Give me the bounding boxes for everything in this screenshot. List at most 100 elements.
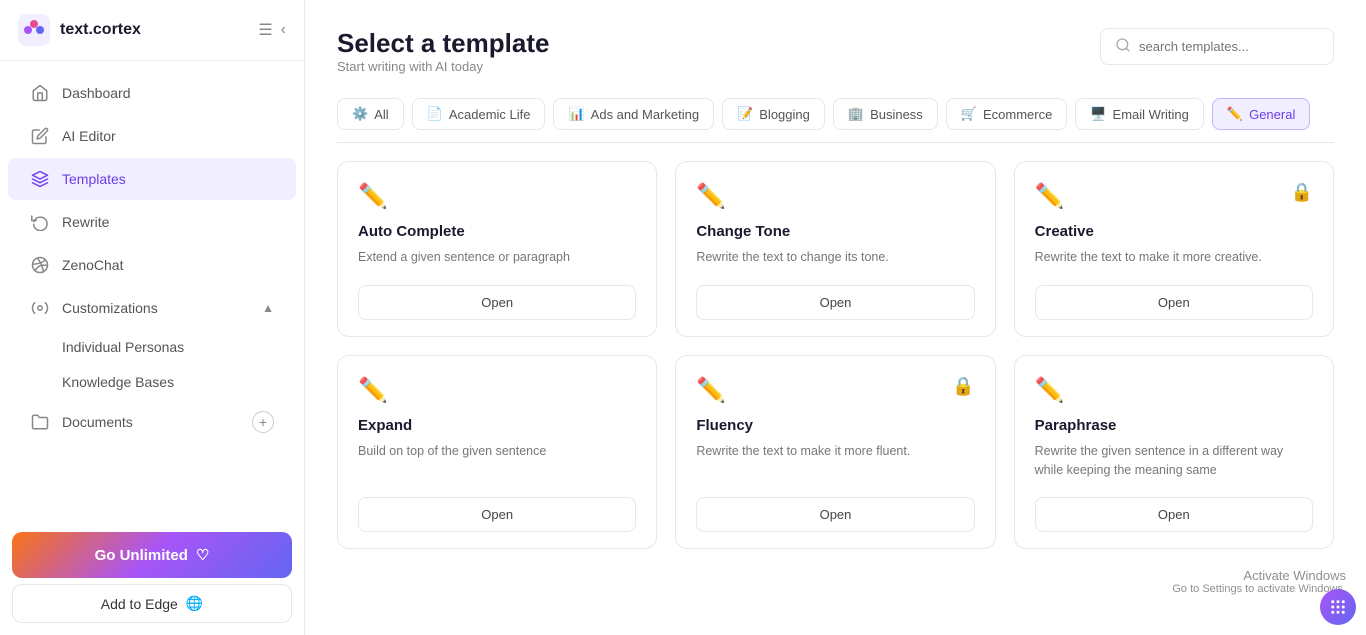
card-title-change-tone: Change Tone — [696, 223, 974, 240]
tab-business[interactable]: 🏢 Business — [833, 98, 938, 130]
rewrite-label: Rewrite — [62, 214, 109, 230]
card-desc-change-tone: Rewrite the text to change its tone. — [696, 248, 974, 267]
sidebar-header: text.cortex ☰ ‹ — [0, 0, 304, 61]
tab-ecommerce-label: Ecommerce — [983, 107, 1052, 122]
card-change-tone: ✏️ Change Tone Rewrite the text to chang… — [675, 161, 995, 337]
documents-icon — [30, 412, 50, 432]
logo-area: text.cortex — [18, 14, 141, 46]
dashboard-label: Dashboard — [62, 85, 131, 101]
open-button-creative[interactable]: Open — [1035, 285, 1313, 320]
pencil-icon-4: ✏️ — [358, 376, 388, 405]
card-icon-row-4: ✏️ — [358, 376, 636, 405]
edit-icon — [30, 126, 50, 146]
sidebar-item-customizations[interactable]: Customizations ▲ — [8, 287, 296, 329]
card-title-fluency: Fluency — [696, 417, 974, 434]
floating-action-icon[interactable] — [1320, 589, 1356, 625]
hamburger-icon: ☰ — [258, 20, 272, 40]
open-button-expand[interactable]: Open — [358, 497, 636, 532]
open-button-change-tone[interactable]: Open — [696, 285, 974, 320]
logo-icon — [18, 14, 50, 46]
card-icon-row: ✏️ — [358, 182, 636, 211]
search-input[interactable] — [1139, 39, 1319, 54]
edge-icon: 🌐 — [186, 595, 203, 612]
nav-menu: Dashboard AI Editor Templates — [0, 61, 304, 522]
ecommerce-icon: 🛒 — [961, 106, 977, 122]
sidebar-item-individual-personas[interactable]: Individual Personas — [8, 330, 296, 364]
tab-academic-label: Academic Life — [449, 107, 531, 122]
email-icon: 🖥️ — [1090, 106, 1106, 122]
sidebar-bottom: Go Unlimited ♡ Add to Edge 🌐 — [0, 522, 304, 635]
pencil-icon-2: ✏️ — [696, 182, 726, 211]
add-document-icon[interactable]: + — [252, 411, 274, 433]
open-button-fluency[interactable]: Open — [696, 497, 974, 532]
search-area[interactable] — [1100, 28, 1334, 65]
app-name: text.cortex — [60, 21, 141, 39]
tab-blogging-label: Blogging — [759, 107, 810, 122]
card-icon-row-3: ✏️ 🔒 — [1035, 182, 1313, 211]
card-fluency: ✏️ 🔒 Fluency Rewrite the text to make it… — [675, 355, 995, 550]
home-icon — [30, 83, 50, 103]
individual-personas-label: Individual Personas — [62, 339, 184, 355]
knowledge-bases-label: Knowledge Bases — [62, 374, 174, 390]
card-icon-row-6: ✏️ — [1035, 376, 1313, 405]
sidebar-item-zenochat[interactable]: ZenoChat — [8, 244, 296, 286]
academic-icon: 📄 — [427, 106, 443, 122]
tab-all[interactable]: ⚙️ All — [337, 98, 404, 130]
ai-editor-label: AI Editor — [62, 128, 116, 144]
tab-business-label: Business — [870, 107, 923, 122]
all-icon: ⚙️ — [352, 106, 368, 122]
lock-icon-fluency: 🔒 — [952, 376, 974, 397]
templates-label: Templates — [62, 171, 126, 187]
page-subtitle: Start writing with AI today — [337, 59, 549, 74]
sidebar-item-dashboard[interactable]: Dashboard — [8, 72, 296, 114]
open-button-auto-complete[interactable]: Open — [358, 285, 636, 320]
chat-icon — [30, 255, 50, 275]
add-to-edge-button[interactable]: Add to Edge 🌐 — [12, 584, 292, 623]
customizations-label: Customizations — [62, 300, 158, 316]
tab-ads-label: Ads and Marketing — [591, 107, 699, 122]
tab-general-label: General — [1249, 107, 1295, 122]
sidebar-toggle[interactable]: ☰ ‹ — [258, 20, 286, 40]
general-icon: ✏️ — [1227, 106, 1243, 122]
tab-ads-marketing[interactable]: 📊 Ads and Marketing — [553, 98, 714, 130]
sidebar: text.cortex ☰ ‹ Dashboard AI Editor — [0, 0, 305, 635]
customizations-left: Customizations — [30, 298, 158, 318]
tab-email-writing[interactable]: 🖥️ Email Writing — [1075, 98, 1204, 130]
blogging-icon: 📝 — [737, 106, 753, 122]
tabs-row: ⚙️ All 📄 Academic Life 📊 Ads and Marketi… — [337, 98, 1334, 143]
pencil-icon: ✏️ — [358, 182, 388, 211]
card-desc-expand: Build on top of the given sentence — [358, 442, 636, 480]
pencil-icon-6: ✏️ — [1035, 376, 1065, 405]
lock-icon-creative: 🔒 — [1291, 182, 1313, 203]
sidebar-item-ai-editor[interactable]: AI Editor — [8, 115, 296, 157]
search-icon — [1115, 37, 1131, 56]
documents-left: Documents — [30, 412, 133, 432]
tab-ecommerce[interactable]: 🛒 Ecommerce — [946, 98, 1068, 130]
zenochat-label: ZenoChat — [62, 257, 123, 273]
tab-blogging[interactable]: 📝 Blogging — [722, 98, 825, 130]
card-title-creative: Creative — [1035, 223, 1313, 240]
title-area: Select a template Start writing with AI … — [337, 28, 549, 92]
card-icon-row-5: ✏️ 🔒 — [696, 376, 974, 405]
sidebar-item-documents[interactable]: Documents + — [8, 400, 296, 444]
layers-icon — [30, 169, 50, 189]
tab-email-label: Email Writing — [1113, 107, 1189, 122]
card-title-paraphrase: Paraphrase — [1035, 417, 1313, 434]
go-unlimited-button[interactable]: Go Unlimited ♡ — [12, 532, 292, 578]
pencil-icon-3: ✏️ — [1035, 182, 1065, 211]
tab-academic-life[interactable]: 📄 Academic Life — [412, 98, 546, 130]
sidebar-item-templates[interactable]: Templates — [8, 158, 296, 200]
card-icon-row-2: ✏️ — [696, 182, 974, 211]
heart-icon: ♡ — [196, 546, 209, 564]
collapse-icon: ‹ — [281, 21, 286, 39]
open-button-paraphrase[interactable]: Open — [1035, 497, 1313, 532]
tab-general[interactable]: ✏️ General — [1212, 98, 1310, 130]
customizations-icon — [30, 298, 50, 318]
add-to-edge-label: Add to Edge — [101, 596, 178, 612]
tab-all-label: All — [374, 107, 388, 122]
sidebar-item-knowledge-bases[interactable]: Knowledge Bases — [8, 365, 296, 399]
business-icon: 🏢 — [848, 106, 864, 122]
card-desc-auto-complete: Extend a given sentence or paragraph — [358, 248, 636, 267]
card-creative: ✏️ 🔒 Creative Rewrite the text to make i… — [1014, 161, 1334, 337]
sidebar-item-rewrite[interactable]: Rewrite — [8, 201, 296, 243]
